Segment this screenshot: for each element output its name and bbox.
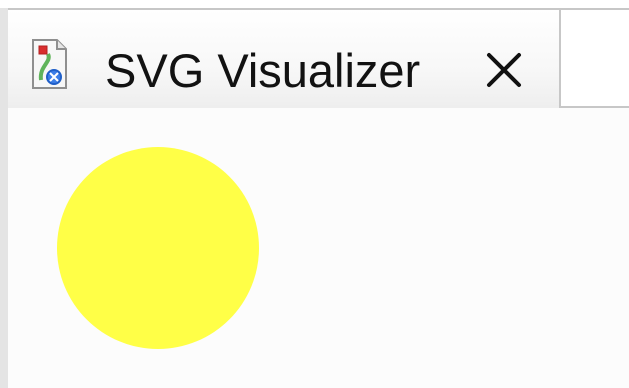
svg-canvas	[57, 147, 259, 349]
editor-window: SVG Visualizer	[0, 0, 629, 388]
tab-title: SVG Visualizer	[105, 44, 421, 97]
left-border	[0, 8, 8, 388]
svg-preview-area	[8, 108, 629, 388]
yellow-circle	[57, 147, 259, 349]
window-top-strip	[0, 0, 629, 8]
tab-svg-visualizer[interactable]: SVG Visualizer	[8, 8, 561, 108]
close-icon[interactable]	[482, 48, 526, 92]
svg-file-icon	[32, 39, 67, 89]
empty-tab-strip	[561, 8, 629, 108]
